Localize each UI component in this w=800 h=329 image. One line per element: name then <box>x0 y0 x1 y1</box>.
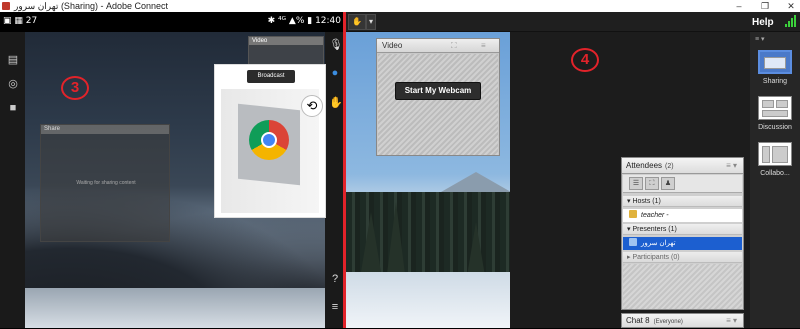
chevron-down-icon[interactable]: ▾ <box>366 14 376 30</box>
status-time: 12:40 <box>315 16 341 26</box>
layout-sharing-label: Sharing <box>762 78 788 85</box>
phone-status-bar: ▣ ▦ 27 ✱ ⁴ᴳ ▲% ▮ 12:40 <box>0 12 345 32</box>
menu-icon[interactable]: ≡ <box>329 300 341 314</box>
attendees-menu[interactable]: ≡ ▾ <box>726 158 737 174</box>
mini-share-title: Share <box>41 125 169 134</box>
chat-title: Chat 8 <box>626 316 650 325</box>
restore-button[interactable]: ❐ <box>758 0 772 12</box>
attendees-count: (2) <box>665 163 674 170</box>
minimize-button[interactable]: – <box>732 0 746 12</box>
attendees-title: Attendees <box>626 161 663 170</box>
gallery-icon: ▣ ▦ <box>3 16 26 26</box>
mini-share-message: Waiting for sharing content <box>76 180 136 186</box>
layout-icon[interactable]: ▤ <box>7 54 19 66</box>
broadcast-button[interactable]: Broadcast <box>247 70 295 83</box>
chat-pod: Chat 8 (Everyone) ≡ ▾ <box>621 313 744 328</box>
hosts-group[interactable]: ▾ Hosts (1) <box>623 196 742 207</box>
connect-toolbar: ✋ ▾ <box>346 12 800 32</box>
status-icon[interactable]: ♟ <box>661 177 675 190</box>
window-title: تهران سرور (Sharing) - Adobe Connect <box>14 1 168 11</box>
presenter-icon <box>629 238 637 246</box>
share-menu-icon[interactable]: ✋ <box>348 14 366 30</box>
help-icon[interactable]: ? <box>329 272 341 286</box>
pod-menu-icon[interactable]: ≡ <box>481 39 486 53</box>
window-titlebar: تهران سرور (Sharing) - Adobe Connect – ❐… <box>0 0 800 12</box>
video-pod: Video ⛶ ≡ Start My Webcam <box>376 38 500 156</box>
layouts-menu[interactable]: ≡ ▾ <box>755 35 765 43</box>
participants-group[interactable]: ▸ Participants (0) <box>623 252 742 263</box>
rotate-camera-icon[interactable]: ⟲ <box>301 95 323 117</box>
layout-discussion[interactable] <box>758 96 792 120</box>
layout-collaboration[interactable] <box>758 142 792 166</box>
close-button[interactable]: ✕ <box>784 0 798 12</box>
breakout-icon[interactable]: ⛶ <box>645 177 659 190</box>
attendee-row-presenter[interactable]: تهران سرور <box>623 237 742 250</box>
layouts-rail: ≡ ▾ Sharing Discussion Collabo... <box>750 32 800 328</box>
mini-share-pod: Share Waiting for sharing content <box>40 124 170 242</box>
chat-scope[interactable]: (Everyone) <box>654 319 683 325</box>
layout-sharing[interactable] <box>758 50 792 74</box>
connection-signal-icon <box>785 15 799 27</box>
video-camera-icon[interactable]: ■ <box>7 102 19 114</box>
raise-hand-icon[interactable]: ✋ <box>329 96 343 110</box>
presenters-group[interactable]: ▾ Presenters (1) <box>623 224 742 235</box>
phone-right-toolbar: 🎙 ● ✋ ? ≡ <box>325 32 345 328</box>
person-icon[interactable]: ● <box>329 66 341 80</box>
layout-discussion-label: Discussion <box>758 124 792 131</box>
target-icon[interactable]: ◎ <box>7 78 19 90</box>
mini-video-title: Video <box>249 37 323 45</box>
shared-screen-panel: ▣ ▦ 27 ✱ ⁴ᴳ ▲% ▮ 12:40 ▤ ◎ ■ 🎙 ● ✋ ? ≡ V… <box>0 12 345 328</box>
phone-left-toolbar: ▤ ◎ ■ <box>0 32 25 328</box>
chrome-logo-icon <box>249 120 289 160</box>
camera-preview-window: Broadcast ⟲ <box>214 64 326 218</box>
attendees-pod: Attendees (2) ≡ ▾ ☰ ⛶ ♟ ▾ Hosts (1) teach… <box>621 157 744 310</box>
app-icon <box>2 2 10 10</box>
layout-collaboration-label: Collabo... <box>760 170 790 177</box>
fullscreen-icon[interactable]: ⛶ <box>451 39 457 53</box>
attendees-toolbar: ☰ ⛶ ♟ <box>623 175 742 193</box>
start-webcam-button[interactable]: Start My Webcam <box>395 82 481 100</box>
attendee-row-host[interactable]: teacher - <box>623 209 742 222</box>
status-battery: 27 <box>25 16 38 26</box>
host-icon <box>629 210 637 218</box>
signal-status-icons: ✱ ⁴ᴳ ▲% ▮ <box>267 16 316 26</box>
background-snow <box>0 288 345 328</box>
annotation-marker-3: 3 <box>61 76 89 100</box>
annotation-marker-4: 4 <box>571 48 599 72</box>
list-view-icon[interactable]: ☰ <box>629 177 643 190</box>
microphone-icon[interactable]: 🎙 <box>329 38 343 52</box>
video-pod-title: Video <box>382 41 403 50</box>
chat-menu[interactable]: ≡ ▾ <box>726 314 737 328</box>
help-menu[interactable]: Help <box>752 17 774 28</box>
